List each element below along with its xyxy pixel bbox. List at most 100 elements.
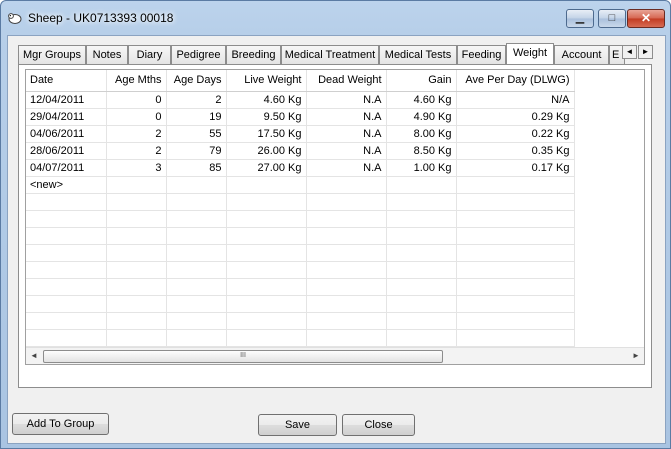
tab-scroll-left-button[interactable]: ◄ [622, 45, 637, 59]
empty-cell [306, 295, 387, 313]
empty-cell [306, 312, 387, 330]
cell-date[interactable]: 28/06/2011 [26, 142, 107, 160]
empty-cell [166, 278, 227, 296]
cell-age-months[interactable]: 3 [106, 159, 167, 177]
tab-account[interactable]: Account [554, 45, 609, 64]
cell-age-days[interactable]: 85 [166, 159, 227, 177]
tab-feeding[interactable]: Feeding [457, 45, 506, 64]
sheep-window: Sheep - UK0713393 00018 ▁ □ ✕ Mgr Groups… [0, 0, 671, 449]
cell-live-weight[interactable]: 26.00 Kg [226, 142, 307, 160]
cell-gain[interactable]: 1.00 Kg [386, 159, 457, 177]
tab-medical-treatment[interactable]: Medical Treatment [281, 45, 379, 64]
add-to-group-button[interactable]: Add To Group [12, 413, 109, 435]
table-row[interactable]: 04/07/2011 3 85 27.00 Kg N.A 1.00 Kg 0.1… [26, 159, 575, 177]
empty-cell [386, 244, 457, 262]
horizontal-scrollbar[interactable]: ◄ III ► [26, 347, 644, 364]
cell-date[interactable]: 04/07/2011 [26, 159, 107, 177]
cell-live-weight[interactable]: 27.00 Kg [226, 159, 307, 177]
cell-ave-per-day[interactable]: 0.29 Kg [456, 108, 575, 126]
empty-cell [166, 193, 227, 211]
empty-cell [26, 193, 107, 211]
col-header-date[interactable]: Date [26, 70, 107, 92]
empty-cell [106, 193, 167, 211]
empty-row [26, 227, 575, 245]
cell-ave-per-day[interactable]: 0.17 Kg [456, 159, 575, 177]
empty-cell [306, 227, 387, 245]
table-header-row: Date Age Mths Age Days Live Weight Dead … [26, 70, 575, 92]
cell-gain[interactable]: 8.00 Kg [386, 125, 457, 143]
col-header-gain[interactable]: Gain [386, 70, 457, 92]
minimize-button[interactable]: ▁ [566, 9, 594, 28]
tab-medical-tests[interactable]: Medical Tests [379, 45, 457, 64]
empty-cell [386, 278, 457, 296]
tab-pedigree[interactable]: Pedigree [171, 45, 226, 64]
empty-cell[interactable] [386, 176, 457, 194]
col-header-live-weight[interactable]: Live Weight [226, 70, 307, 92]
col-header-dead-weight[interactable]: Dead Weight [306, 70, 387, 92]
tab-diary[interactable]: Diary [128, 45, 171, 64]
scroll-right-button[interactable]: ► [628, 348, 644, 364]
cell-ave-per-day[interactable]: 0.22 Kg [456, 125, 575, 143]
empty-cell [226, 210, 307, 228]
close-button[interactable]: Close [342, 414, 415, 436]
cell-age-days[interactable]: 2 [166, 91, 227, 109]
cell-age-months[interactable]: 2 [106, 142, 167, 160]
table-row[interactable]: 04/06/2011 2 55 17.50 Kg N.A 8.00 Kg 0.2… [26, 125, 575, 143]
empty-cell[interactable] [166, 176, 227, 194]
empty-cell [386, 227, 457, 245]
tab-breeding[interactable]: Breeding [226, 45, 281, 64]
cell-live-weight[interactable]: 4.60 Kg [226, 91, 307, 109]
empty-cell [386, 329, 457, 347]
empty-cell [166, 312, 227, 330]
cell-dead-weight[interactable]: N.A [306, 159, 387, 177]
tab-weight[interactable]: Weight [506, 43, 554, 64]
cell-age-days[interactable]: 19 [166, 108, 227, 126]
cell-dead-weight[interactable]: N.A [306, 125, 387, 143]
table-row[interactable]: 29/04/2011 0 19 9.50 Kg N.A 4.90 Kg 0.29… [26, 108, 575, 126]
cell-age-days[interactable]: 55 [166, 125, 227, 143]
new-row[interactable]: <new> [26, 176, 575, 194]
empty-cell [106, 210, 167, 228]
tab-notes[interactable]: Notes [86, 45, 128, 64]
cell-ave-per-day[interactable]: N/A [456, 91, 575, 109]
cell-date[interactable]: 29/04/2011 [26, 108, 107, 126]
scrollbar-thumb[interactable]: III [43, 350, 443, 363]
cell-dead-weight[interactable]: N.A [306, 142, 387, 160]
cell-gain[interactable]: 8.50 Kg [386, 142, 457, 160]
cell-live-weight[interactable]: 9.50 Kg [226, 108, 307, 126]
empty-row [26, 312, 575, 330]
cell-date[interactable]: 12/04/2011 [26, 91, 107, 109]
weight-grid[interactable]: Date Age Mths Age Days Live Weight Dead … [25, 69, 645, 365]
cell-date[interactable]: 04/06/2011 [26, 125, 107, 143]
cell-dead-weight[interactable]: N.A [306, 91, 387, 109]
cell-ave-per-day[interactable]: 0.35 Kg [456, 142, 575, 160]
tab-mgr-groups[interactable]: Mgr Groups [18, 45, 86, 64]
cell-age-months[interactable]: 0 [106, 91, 167, 109]
tab-scroll-right-button[interactable]: ► [638, 45, 653, 59]
empty-cell [386, 193, 457, 211]
scroll-left-button[interactable]: ◄ [26, 348, 42, 364]
empty-cell [26, 210, 107, 228]
cell-dead-weight[interactable]: N.A [306, 108, 387, 126]
empty-row [26, 210, 575, 228]
new-row-cell[interactable]: <new> [26, 176, 107, 194]
empty-cell[interactable] [226, 176, 307, 194]
table-row[interactable]: 12/04/2011 0 2 4.60 Kg N.A 4.60 Kg N/A [26, 91, 575, 109]
table-row[interactable]: 28/06/2011 2 79 26.00 Kg N.A 8.50 Kg 0.3… [26, 142, 575, 160]
maximize-button[interactable]: □ [598, 9, 626, 28]
cell-age-months[interactable]: 2 [106, 125, 167, 143]
title-bar[interactable]: Sheep - UK0713393 00018 ▁ □ ✕ [1, 1, 670, 35]
empty-cell[interactable] [456, 176, 575, 194]
col-header-age-months[interactable]: Age Mths [106, 70, 167, 92]
save-button[interactable]: Save [258, 414, 337, 436]
empty-cell[interactable] [306, 176, 387, 194]
empty-cell[interactable] [106, 176, 167, 194]
close-window-button[interactable]: ✕ [627, 9, 665, 28]
col-header-age-days[interactable]: Age Days [166, 70, 227, 92]
cell-gain[interactable]: 4.90 Kg [386, 108, 457, 126]
cell-live-weight[interactable]: 17.50 Kg [226, 125, 307, 143]
cell-age-months[interactable]: 0 [106, 108, 167, 126]
col-header-ave-per-day[interactable]: Ave Per Day (DLWG) [456, 70, 575, 92]
cell-age-days[interactable]: 79 [166, 142, 227, 160]
cell-gain[interactable]: 4.60 Kg [386, 91, 457, 109]
